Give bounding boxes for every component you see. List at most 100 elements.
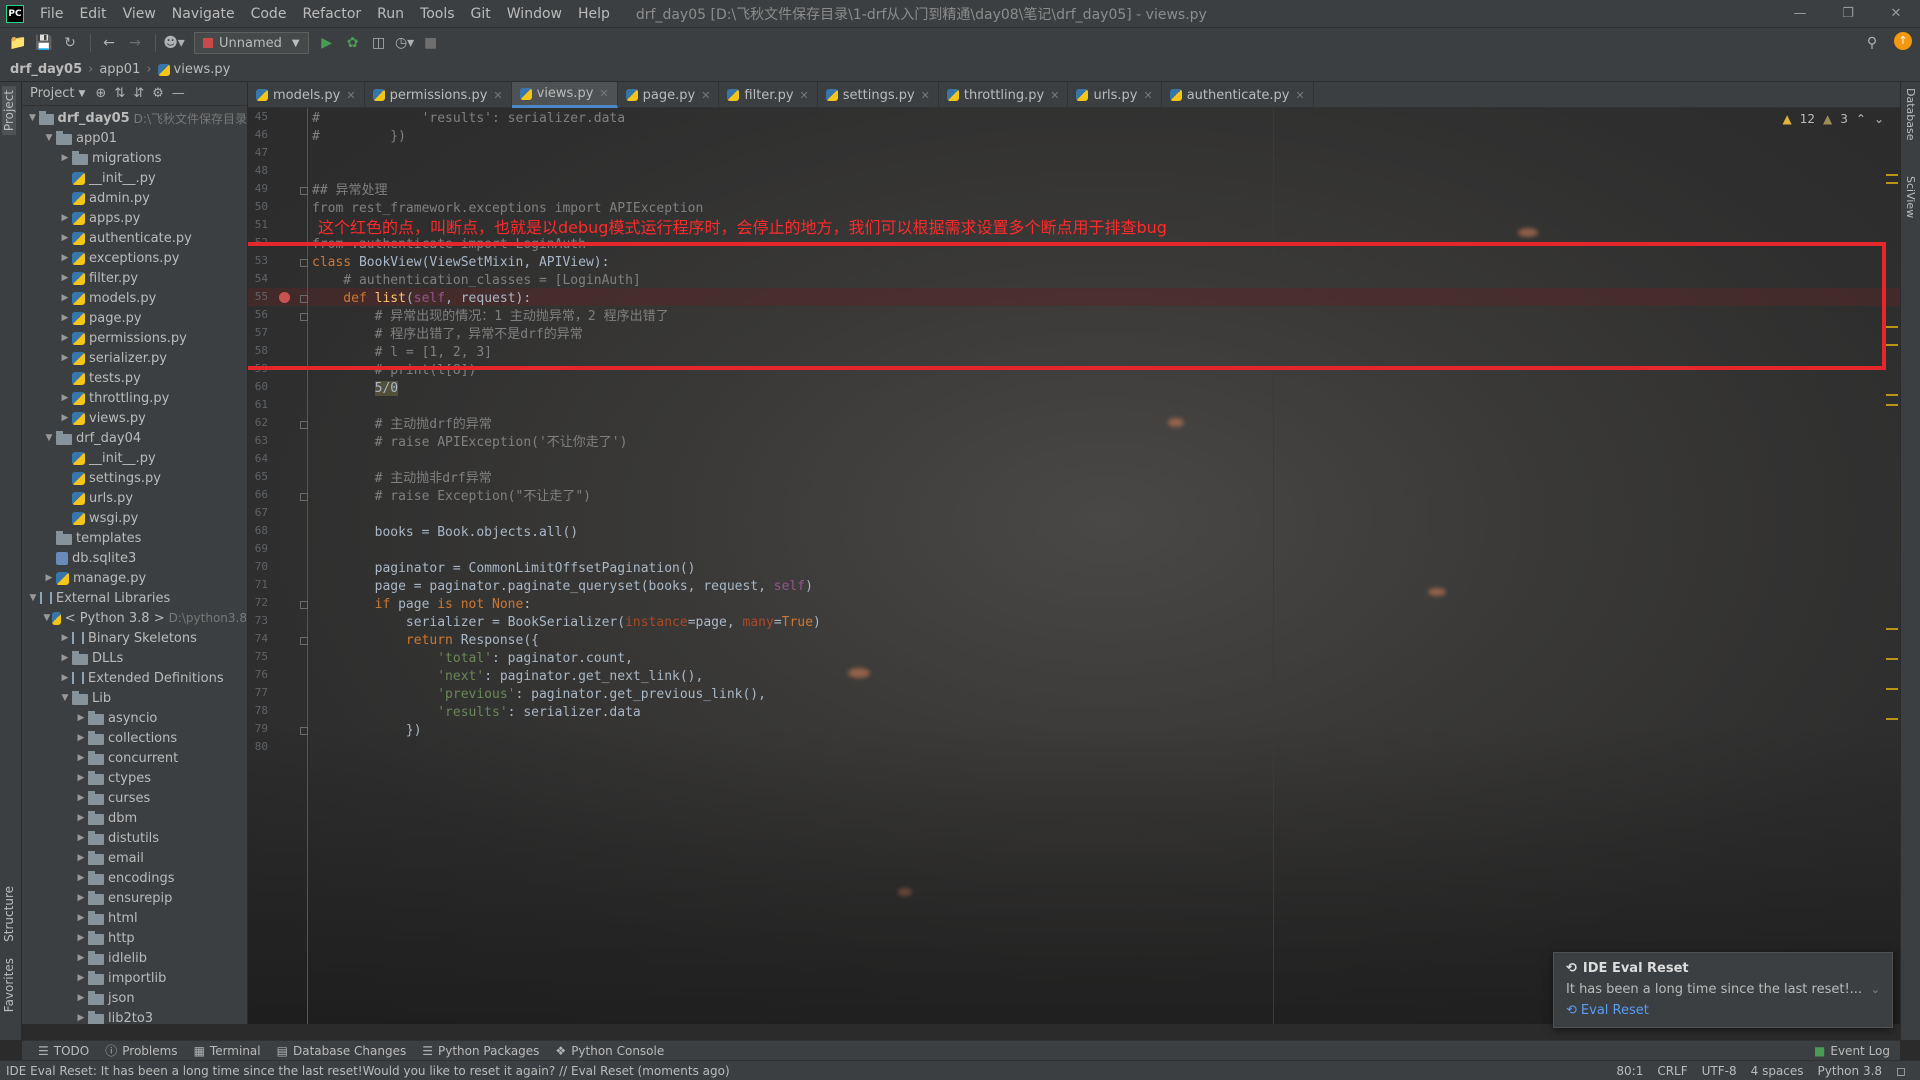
- tree-item[interactable]: db.sqlite3: [22, 548, 247, 568]
- chevron-right-icon[interactable]: ▶: [74, 993, 88, 1003]
- code-line[interactable]: books = Book.objects.all(): [312, 522, 579, 544]
- menu-view[interactable]: View: [115, 6, 164, 22]
- tree-item[interactable]: templates: [22, 528, 247, 548]
- chevron-right-icon[interactable]: ▶: [58, 393, 72, 403]
- chevron-right-icon[interactable]: ▶: [74, 813, 88, 823]
- code-line[interactable]: # }): [312, 126, 406, 148]
- chevron-right-icon[interactable]: ▶: [58, 633, 72, 643]
- close-icon[interactable]: ✕: [1872, 0, 1920, 28]
- tab-urls[interactable]: urls.py ✕: [1068, 82, 1162, 108]
- menu-git[interactable]: Git: [463, 6, 499, 22]
- tab-settings[interactable]: settings.py ✕: [818, 82, 939, 108]
- locate-icon[interactable]: ⊕: [95, 86, 106, 101]
- hide-icon[interactable]: —: [172, 86, 185, 101]
- close-tab-icon[interactable]: ✕: [599, 87, 608, 100]
- tree-item[interactable]: ▼ Lib: [22, 688, 247, 708]
- minimize-icon[interactable]: —: [1776, 0, 1824, 28]
- python-interpreter[interactable]: Python 3.8: [1818, 1064, 1883, 1078]
- error-stripe-mark[interactable]: [1886, 628, 1898, 630]
- project-tool-tab[interactable]: Project: [2, 86, 16, 136]
- tab-throttling[interactable]: throttling.py ✕: [939, 82, 1069, 108]
- menu-navigate[interactable]: Navigate: [164, 6, 243, 22]
- chevron-right-icon[interactable]: ▶: [74, 1013, 88, 1023]
- tree-item[interactable]: ▶ importlib: [22, 968, 247, 988]
- error-stripe-mark[interactable]: [1886, 658, 1898, 660]
- code-line[interactable]: # raise APIException('不让你走了'): [312, 432, 628, 454]
- inspection-widget[interactable]: ▲ 12 ▲ 3 ⌃ ⌄: [1782, 112, 1884, 126]
- collapse-all-icon[interactable]: ⇵: [133, 86, 144, 101]
- chevron-right-icon[interactable]: ▶: [74, 913, 88, 923]
- chevron-right-icon[interactable]: ▶: [58, 653, 72, 663]
- chevron-right-icon[interactable]: ▶: [42, 573, 56, 583]
- chevron-right-icon[interactable]: ▶: [58, 673, 72, 683]
- eval-reset-link[interactable]: ⟲ Eval Reset: [1566, 1003, 1880, 1018]
- error-stripe-mark[interactable]: [1886, 326, 1898, 328]
- tree-item[interactable]: ▶ authenticate.py: [22, 228, 247, 248]
- favorites-tool-tab[interactable]: Favorites: [2, 954, 16, 1016]
- tree-item[interactable]: ▶ distutils: [22, 828, 247, 848]
- chevron-right-icon[interactable]: ▶: [74, 873, 88, 883]
- chevron-right-icon[interactable]: ▶: [74, 973, 88, 983]
- fold-marker-icon[interactable]: [300, 421, 308, 429]
- tree-item[interactable]: ▼ app01: [22, 128, 247, 148]
- chevron-right-icon[interactable]: ▶: [74, 753, 88, 763]
- code-line[interactable]: 5/0: [312, 378, 399, 400]
- line-separator[interactable]: CRLF: [1657, 1064, 1687, 1078]
- open-folder-icon[interactable]: 📁: [6, 32, 30, 54]
- tree-item[interactable]: ▶ lib2to3: [22, 1008, 247, 1024]
- tree-item[interactable]: ▼ drf_day04: [22, 428, 247, 448]
- chevron-right-icon[interactable]: ▶: [58, 313, 72, 323]
- close-tab-icon[interactable]: ✕: [1050, 89, 1059, 102]
- error-stripe-mark[interactable]: [1886, 344, 1898, 346]
- coverage-icon[interactable]: ◫: [367, 32, 391, 54]
- chevron-right-icon[interactable]: ▶: [74, 793, 88, 803]
- run-configuration-select[interactable]: Unnamed ▼: [194, 32, 309, 54]
- tree-item[interactable]: ▶ models.py: [22, 288, 247, 308]
- save-icon[interactable]: 💾: [32, 32, 56, 54]
- python-packages-tool-button[interactable]: ☰ Python Packages: [422, 1044, 539, 1058]
- user-icon[interactable]: ☻▾: [162, 32, 186, 54]
- error-stripe-mark[interactable]: [1886, 174, 1898, 176]
- tree-item[interactable]: ▶ DLLs: [22, 648, 247, 668]
- breadcrumb-folder[interactable]: app01: [99, 62, 140, 77]
- chevron-right-icon[interactable]: ▶: [74, 893, 88, 903]
- tree-item[interactable]: ▶ ctypes: [22, 768, 247, 788]
- chevron-right-icon[interactable]: ▶: [58, 233, 72, 243]
- expand-all-icon[interactable]: ⇅: [114, 86, 125, 101]
- tree-item-python-sdk[interactable]: ▼ < Python 3.8 > D:\python3.8: [22, 608, 247, 628]
- lock-icon[interactable]: ◻: [1896, 1064, 1906, 1078]
- code-line[interactable]: }): [312, 720, 422, 742]
- event-log-button[interactable]: ■ Event Log: [1814, 1044, 1890, 1058]
- tree-item[interactable]: ▼ External Libraries: [22, 588, 247, 608]
- error-stripe-mark[interactable]: [1886, 688, 1898, 690]
- caret-position[interactable]: 80:1: [1616, 1064, 1643, 1078]
- tab-page[interactable]: page.py ✕: [618, 82, 720, 108]
- chevron-down-icon[interactable]: ▼: [42, 433, 56, 443]
- breadcrumb-file[interactable]: views.py: [174, 62, 231, 77]
- menu-code[interactable]: Code: [243, 6, 295, 22]
- chevron-right-icon[interactable]: ▶: [58, 413, 72, 423]
- menu-edit[interactable]: Edit: [71, 6, 114, 22]
- close-tab-icon[interactable]: ✕: [921, 89, 930, 102]
- tree-item[interactable]: ▶ dbm: [22, 808, 247, 828]
- tree-item[interactable]: ▶ json: [22, 988, 247, 1008]
- tree-item[interactable]: wsgi.py: [22, 508, 247, 528]
- tree-item[interactable]: ▶ idlelib: [22, 948, 247, 968]
- eval-reset-notification[interactable]: ⟲ IDE Eval Reset It has been a long time …: [1553, 952, 1893, 1028]
- tab-models[interactable]: models.py ✕: [248, 82, 365, 108]
- tree-item[interactable]: urls.py: [22, 488, 247, 508]
- close-tab-icon[interactable]: ✕: [1296, 89, 1305, 102]
- todo-tool-button[interactable]: ☰ TODO: [38, 1044, 89, 1058]
- close-tab-icon[interactable]: ✕: [800, 89, 809, 102]
- tree-item[interactable]: tests.py: [22, 368, 247, 388]
- tree-item[interactable]: ▶ html: [22, 908, 247, 928]
- stop-icon[interactable]: ■: [419, 32, 443, 54]
- tree-item[interactable]: ▶ permissions.py: [22, 328, 247, 348]
- chevron-right-icon[interactable]: ▶: [58, 273, 72, 283]
- tree-item[interactable]: ▶ throttling.py: [22, 388, 247, 408]
- tree-item[interactable]: ▶ asyncio: [22, 708, 247, 728]
- chevron-down-icon[interactable]: ⌄: [1874, 112, 1884, 126]
- tab-authenticate[interactable]: authenticate.py ✕: [1162, 82, 1314, 108]
- close-tab-icon[interactable]: ✕: [701, 89, 710, 102]
- menu-file[interactable]: File: [32, 6, 71, 22]
